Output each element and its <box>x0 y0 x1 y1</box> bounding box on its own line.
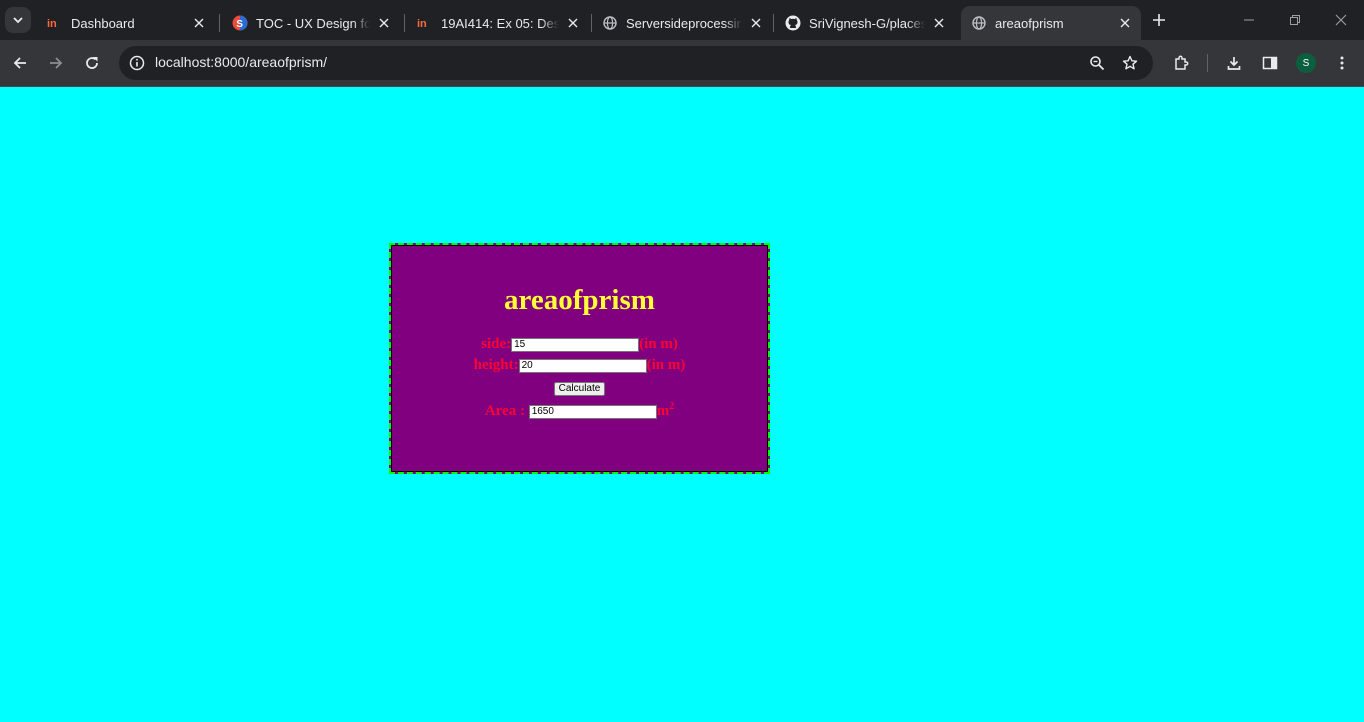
tab-toc-ux-design[interactable]: S TOC - UX Design for V <box>222 6 400 40</box>
restore-button[interactable] <box>1286 11 1304 29</box>
page-title: areaofprism <box>504 284 655 316</box>
side-row: side: (in m) <box>392 336 767 353</box>
restore-icon <box>1290 15 1300 25</box>
new-tab-button[interactable] <box>1149 10 1169 30</box>
tab-separator <box>219 14 220 32</box>
svg-text:in: in <box>47 18 57 29</box>
tab-title: areaofprism <box>995 15 1064 31</box>
site-info-icon[interactable] <box>127 53 147 73</box>
tab-title: TOC - UX Design for V <box>256 15 370 31</box>
downloads-button[interactable] <box>1224 53 1244 73</box>
more-vert-icon <box>1340 56 1344 70</box>
tab-serversideprocessing[interactable]: Serversideprocessing <box>592 6 772 40</box>
tab-separator <box>773 14 774 32</box>
tab-search-button[interactable] <box>5 7 31 33</box>
area-label: Area : <box>484 403 525 419</box>
address-bar[interactable]: localhost:8000/areaofprism/ <box>119 46 1153 80</box>
tab-strip: in Dashboard S TOC - UX Design for V in … <box>0 0 1364 40</box>
close-icon[interactable] <box>931 15 947 31</box>
plus-icon <box>1153 14 1165 26</box>
tab-title: SriVignesh-G/places- <box>809 15 925 31</box>
menu-button[interactable] <box>1332 53 1352 73</box>
area-row: Area : m2 <box>392 401 767 420</box>
close-icon[interactable] <box>1117 15 1133 31</box>
github-icon <box>785 15 801 31</box>
tab-github-places[interactable]: SriVignesh-G/places- <box>775 6 955 40</box>
url-path: :8000/areaofprism/ <box>210 54 327 70</box>
zoom-icon[interactable] <box>1087 53 1107 73</box>
tab-title: Serversideprocessing <box>626 15 742 31</box>
reload-button[interactable] <box>82 53 102 73</box>
close-icon[interactable] <box>191 15 207 31</box>
tab-separator <box>404 14 405 32</box>
close-window-button[interactable] <box>1332 11 1350 29</box>
globe-icon <box>602 15 618 31</box>
area-unit-exponent: 2 <box>669 401 675 412</box>
minimize-icon <box>1244 19 1254 21</box>
skillrack-icon: S <box>232 15 248 31</box>
height-row: height: (in m) <box>392 357 767 374</box>
area-output[interactable] <box>528 404 657 419</box>
svg-text:S: S <box>236 19 243 30</box>
reload-icon <box>86 57 98 69</box>
tab-title: 19AI414: Ex 05: Desig <box>441 15 559 31</box>
close-icon[interactable] <box>376 15 392 31</box>
toolbar-bottom-border <box>0 86 1364 87</box>
prism-calculator-box: areaofprism side: (in m) height: (in m) Ca… <box>389 243 770 474</box>
tab-title: Dashboard <box>71 15 135 31</box>
side-input[interactable] <box>511 337 640 352</box>
calculate-row: Calculate <box>392 379 767 396</box>
url-host: localhost <box>155 54 211 70</box>
close-icon[interactable] <box>748 15 764 31</box>
tab-areaofprism[interactable]: areaofprism <box>961 6 1141 40</box>
svg-text:in: in <box>417 18 427 29</box>
globe-icon <box>971 15 987 31</box>
url-text: localhost:8000/areaofprism/ <box>155 54 327 70</box>
back-button[interactable] <box>10 53 30 73</box>
forward-button[interactable] <box>46 53 66 73</box>
side-panel-icon <box>1262 56 1278 70</box>
arrow-left-icon <box>13 57 26 69</box>
side-unit: (in m) <box>639 336 678 352</box>
close-icon[interactable] <box>565 15 581 31</box>
side-panel-button[interactable] <box>1260 53 1280 73</box>
invision-icon: in <box>47 15 63 31</box>
toolbar-separator <box>1207 54 1208 72</box>
minimize-button[interactable] <box>1240 11 1258 29</box>
extensions-button[interactable] <box>1171 53 1191 73</box>
height-input[interactable] <box>518 358 647 373</box>
side-label: side: <box>481 336 512 352</box>
area-unit: m <box>656 403 670 419</box>
download-icon <box>1227 57 1241 70</box>
height-unit: (in m) <box>646 357 686 373</box>
chevron-down-icon <box>13 17 23 24</box>
close-icon <box>1335 14 1347 26</box>
arrow-right-icon <box>50 57 63 69</box>
tab-19ai414-ex05[interactable]: in 19AI414: Ex 05: Desig <box>407 6 589 40</box>
tab-dashboard[interactable]: in Dashboard <box>37 6 215 40</box>
calculate-button[interactable]: Calculate <box>553 382 606 396</box>
height-label: height: <box>473 357 519 373</box>
invision-icon: in <box>417 15 433 31</box>
browser-toolbar: localhost:8000/areaofprism/ S <box>0 40 1364 86</box>
profile-avatar[interactable]: S <box>1296 53 1316 73</box>
star-icon[interactable] <box>1120 53 1140 73</box>
puzzle-icon <box>1175 55 1189 70</box>
